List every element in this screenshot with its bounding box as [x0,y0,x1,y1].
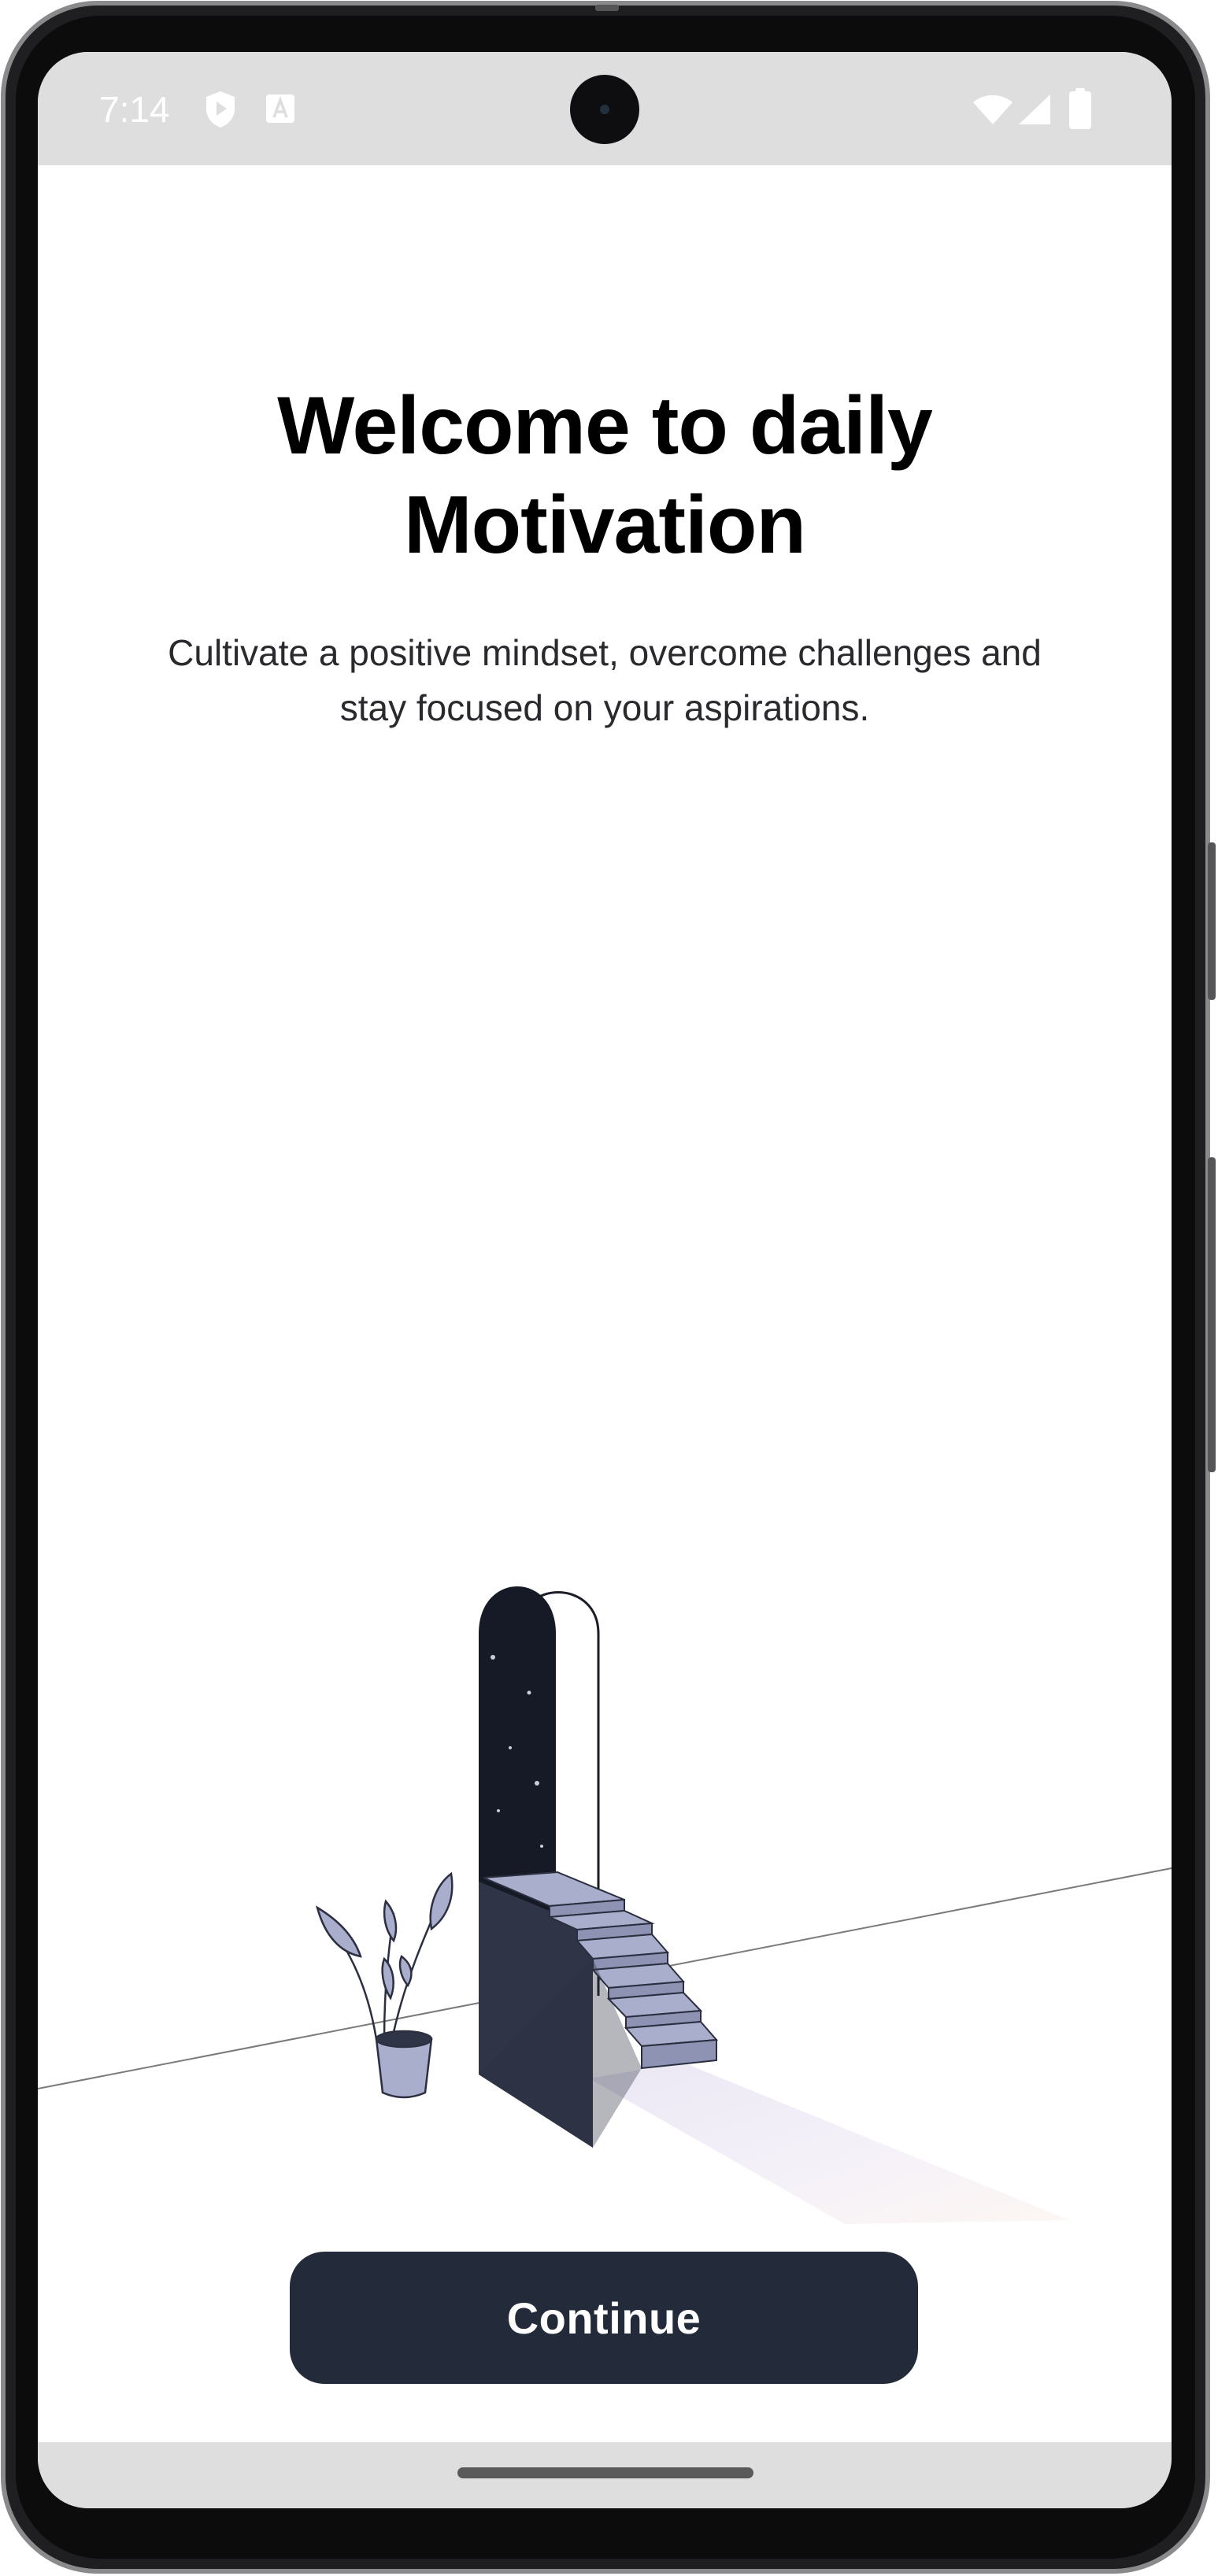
cellular-signal-icon [1017,93,1052,130]
font-a-icon [265,93,296,128]
home-gesture-handle[interactable] [457,2467,753,2478]
status-bar: 7:14 [38,52,1172,165]
phone-device: 7:14 Welcome to daily Motivation Cultiva… [0,0,1218,2576]
navigation-bar [38,2442,1172,2508]
battery-icon [1069,88,1091,133]
continue-button[interactable]: Continue [290,2252,918,2384]
page-subtitle: Cultivate a positive mindset, overcome c… [168,632,1042,728]
onboarding-content: Welcome to daily Motivation Cultivate a … [38,165,1172,2442]
wifi-icon [972,93,1014,130]
screen: 7:14 Welcome to daily Motivation Cultiva… [38,52,1172,2508]
page-title: Welcome to daily Motivation [277,380,933,571]
potted-plant [315,1871,454,2099]
front-camera [570,75,639,144]
status-time: 7:14 [99,89,170,130]
light-beam [589,2063,1069,2224]
shield-play-icon [203,90,238,133]
doorway-stairs-plant-illustration [38,1586,1172,2224]
